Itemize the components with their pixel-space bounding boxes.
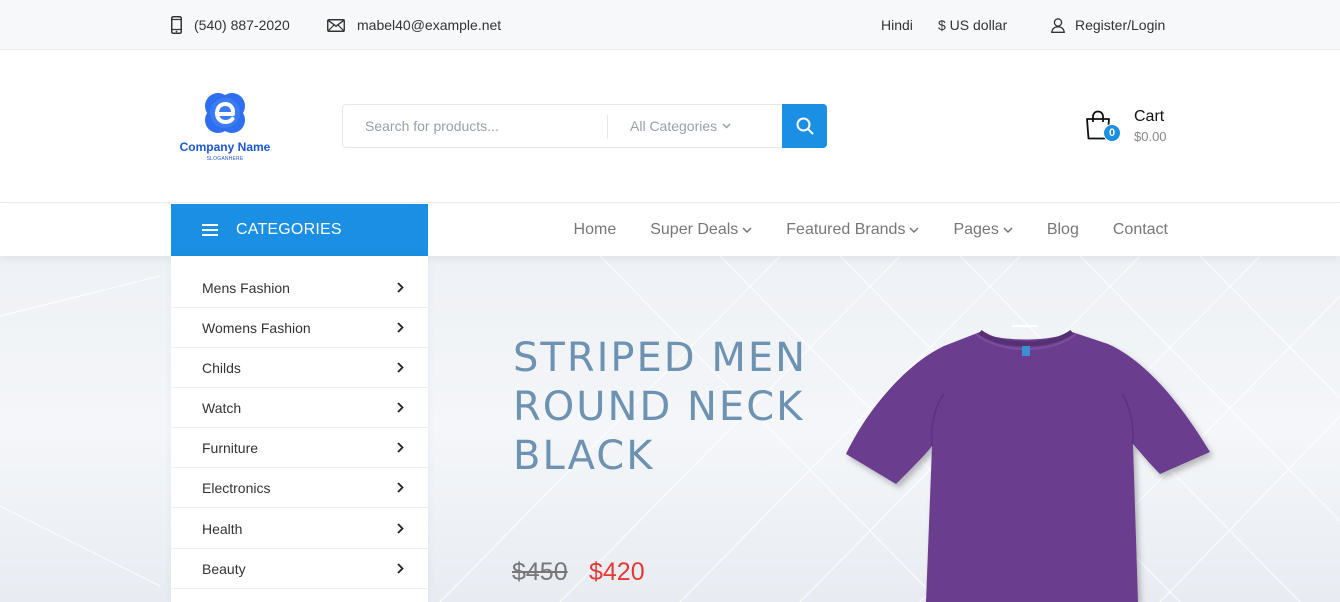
chevron-down-icon [742,227,752,233]
currency-selector[interactable]: $ US dollar [938,0,1007,50]
category-item-label: Mens Fashion [202,279,290,296]
hero-title-line-3: BLACK [513,433,655,479]
category-item-label: Furniture [202,439,259,456]
top-bar: (540) 887-2020 mabel40@example.net Hindi… [0,0,1340,50]
nav-home[interactable]: Home [574,221,617,239]
nav-blog-label: Blog [1046,221,1079,238]
chevron-right-icon [397,322,404,333]
nav-pages[interactable]: Pages [953,221,1013,239]
nav-featured-brands[interactable]: Featured Brands [786,221,919,239]
hamburger-menu-icon [202,224,218,236]
tshirt-image[interactable] [840,324,1220,602]
category-item-beauty[interactable]: Beauty [171,549,428,589]
hero-title: STRIPED MEN ROUND NECK BLACK [513,334,873,481]
search-button[interactable] [782,104,827,148]
category-item-watch[interactable]: Watch [171,388,428,428]
category-item-label: Watch [202,399,242,416]
nav-pages-label: Pages [953,221,999,238]
chevron-right-icon [397,402,404,413]
main-navbar: CATEGORIES Home Super Deals Featured Bra… [0,204,1340,256]
chevron-down-icon [722,123,731,129]
site-header: Company Name SLOGANHERE All Categories 0… [0,50,1340,203]
language-selector[interactable]: Hindi [881,0,913,50]
chevron-right-icon [397,282,404,293]
search-icon [796,117,813,135]
nav-blog[interactable]: Blog [1047,221,1079,239]
categories-toggle[interactable]: CATEGORIES [171,204,428,256]
hero-title-line-1: STRIPED MEN [513,335,808,381]
phone-contact[interactable]: (540) 887-2020 [171,0,290,50]
old-price: $450 [512,558,568,586]
envelope-icon [327,18,345,32]
category-item-label: Childs [202,359,241,376]
category-item-label: Health [202,520,243,537]
chevron-right-icon [397,563,404,574]
category-item-label: Beauty [202,560,246,577]
email-address: mabel40@example.net [357,17,502,33]
nav-home-label: Home [573,221,617,238]
phone-icon [171,16,182,34]
category-item-furniture[interactable]: Furniture [171,428,428,468]
user-icon [1051,17,1065,33]
category-item-label: Electronics [202,479,271,496]
category-item-health[interactable]: Health [171,509,428,549]
nav-contact[interactable]: Contact [1113,221,1168,239]
search-input[interactable] [343,105,607,147]
category-item-childs[interactable]: Childs [171,348,428,388]
nav-super-deals[interactable]: Super Deals [650,221,752,239]
nav-links: Home Super Deals Featured Brands Pages B… [540,204,1168,256]
category-select-label: All Categories [630,118,718,134]
company-slogan: SLOGANHERE [206,156,244,162]
category-item-womens-fashion[interactable]: Womens Fashion [171,308,428,348]
email-contact[interactable]: mabel40@example.net [327,0,501,50]
cart-total: $0.00 [1134,129,1167,144]
phone-number: (540) 887-2020 [194,17,290,33]
chevron-down-icon [1003,227,1013,233]
register-login-link[interactable]: Register/Login [1051,0,1165,50]
nav-contact-label: Contact [1112,221,1168,238]
cart-count-badge: 0 [1103,124,1121,142]
company-name: Company Name [179,140,271,154]
category-select[interactable]: All Categories [630,105,731,147]
category-item-electronics[interactable]: Electronics [171,468,428,508]
chevron-right-icon [397,523,404,534]
chevron-right-icon [397,482,404,493]
cart-widget[interactable]: 0 Cart $0.00 [1085,108,1175,148]
search-divider [607,115,608,139]
categories-label: CATEGORIES [236,221,342,238]
chevron-right-icon [397,362,404,373]
chevron-right-icon [397,442,404,453]
category-item-label: Womens Fashion [202,319,311,336]
currency-label: $ US dollar [938,17,1008,33]
cart-title: Cart [1134,108,1165,125]
nav-featured-brands-label: Featured Brands [786,221,906,238]
category-menu: Mens Fashion Womens Fashion Childs Watch… [171,256,428,602]
register-login-label: Register/Login [1075,17,1166,33]
chevron-down-icon [909,227,919,233]
sale-price: $420 [589,558,645,586]
logo-mark-icon [205,93,245,133]
nav-super-deals-label: Super Deals [650,221,739,238]
category-item-mens-fashion[interactable]: Mens Fashion [171,268,428,308]
company-logo[interactable]: Company Name SLOGANHERE [172,86,278,166]
search-bar: All Categories [342,104,827,148]
language-label: Hindi [881,17,913,33]
hero-title-line-2: ROUND NECK [513,384,805,430]
